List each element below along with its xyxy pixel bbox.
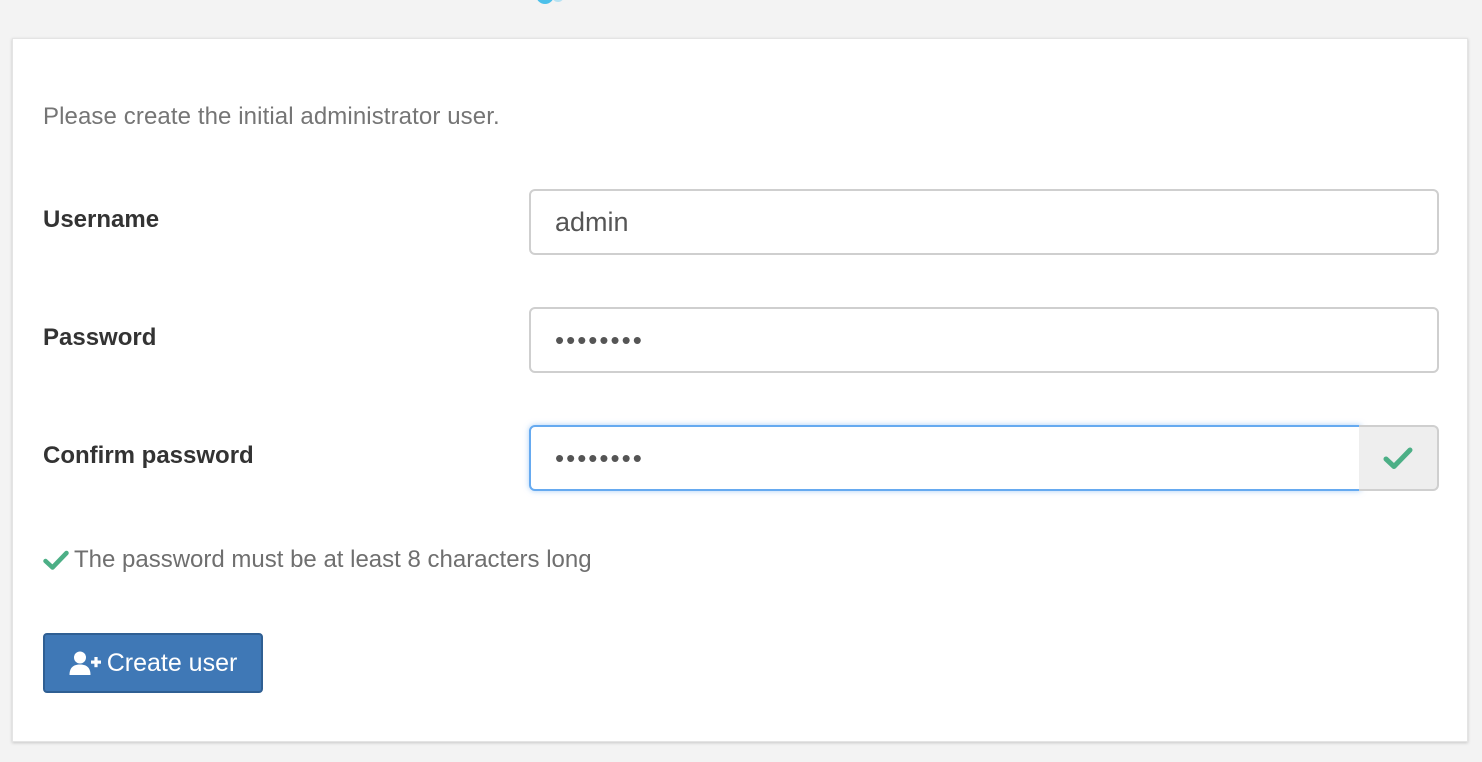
create-admin-card: Please create the initial administrator …: [12, 38, 1468, 742]
hint-text: The password must be at least 8 characte…: [74, 546, 592, 573]
username-label: Username: [43, 206, 160, 233]
password-label: Password: [43, 324, 157, 351]
password-requirement-hint: The password must be at least 8 characte…: [43, 546, 592, 574]
password-input[interactable]: [529, 307, 1439, 373]
create-user-button[interactable]: Create user: [43, 633, 263, 693]
user-plus-icon: [69, 651, 101, 675]
confirm-password-input[interactable]: [529, 425, 1361, 491]
check-icon: [1383, 447, 1413, 469]
username-input[interactable]: [529, 189, 1439, 255]
confirm-password-label: Confirm password: [43, 442, 254, 469]
confirm-status-addon: [1359, 425, 1439, 491]
intro-text: Please create the initial administrator …: [43, 103, 500, 130]
check-icon: [43, 550, 69, 570]
confirm-password-group: [529, 425, 1439, 491]
create-user-label: Create user: [106, 648, 238, 677]
logo-icon: [536, 0, 576, 4]
